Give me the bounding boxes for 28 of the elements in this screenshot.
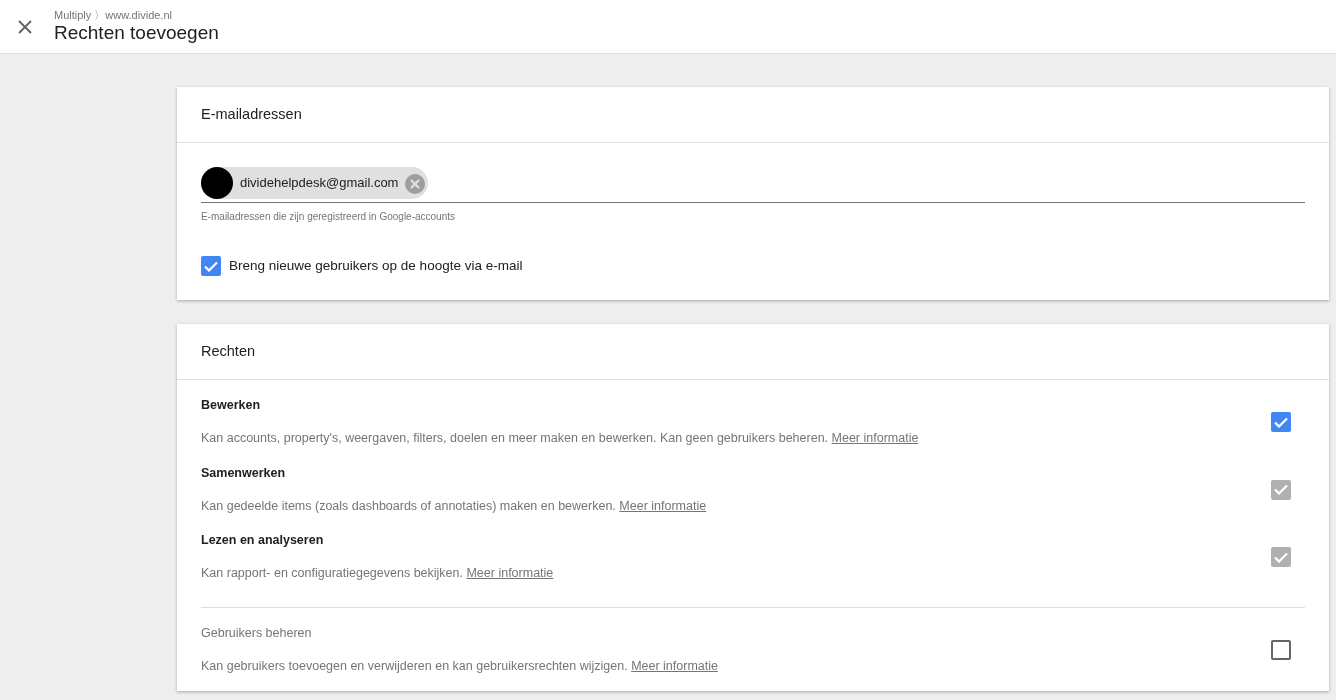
remove-icon[interactable] (405, 173, 426, 193)
permission-description: Kan gebruikers toevoegen en verwijderen en kan gebruikersrechten wijzigen. Meer informatie (201, 657, 719, 675)
permission-description: Kan accounts, property's, weergaven, filters, doelen en meer maken en bewerken. Kan geen gebruikers beheren. Meer informatie (201, 430, 920, 447)
breadcrumb: Multiply 〉www.divide.nl (54, 8, 173, 22)
avatar-logo (201, 167, 233, 199)
permission-title: Lezen en analyseren (201, 532, 325, 550)
permission-title: Samenwerken (201, 464, 287, 482)
permission-description: Kan rapport- en configuratiegegevens bekijken. Meer informatie (201, 565, 555, 582)
check-icon (204, 260, 218, 272)
page-title: Rechten toevoegen (54, 21, 219, 45)
check-icon (1274, 416, 1288, 428)
checkbox[interactable] (1271, 639, 1291, 660)
check-icon (1274, 484, 1288, 495)
permission-title: Bewerken (201, 397, 262, 415)
more-info-link[interactable]: Meer informatie (631, 658, 718, 673)
email-field[interactable]: dividehelpdesk@gmail.com (201, 167, 1305, 203)
field-hint: E-mailadressen die zijn geregistreerd in Google-accounts (201, 210, 457, 224)
checkbox[interactable] (201, 256, 221, 277)
close-icon[interactable] (18, 19, 32, 34)
checkbox[interactable] (1271, 412, 1291, 432)
checkbox-label: Breng nieuwe gebruikers op de hoogte via e-mail (229, 257, 523, 275)
permission-description: Kan gedeelde items (zoals dashboards of annotaties) maken en bewerken. Meer informatie (201, 497, 708, 515)
check-icon (1274, 551, 1288, 563)
more-info-link[interactable]: Meer informatie (831, 431, 919, 445)
card-title: Rechten (177, 324, 1329, 381)
permission-title: Gebruikers beheren (201, 624, 313, 642)
email-chip-label: dividehelpdesk@gmail.com (240, 174, 399, 193)
card-title: E-mailadressen (177, 87, 1329, 143)
